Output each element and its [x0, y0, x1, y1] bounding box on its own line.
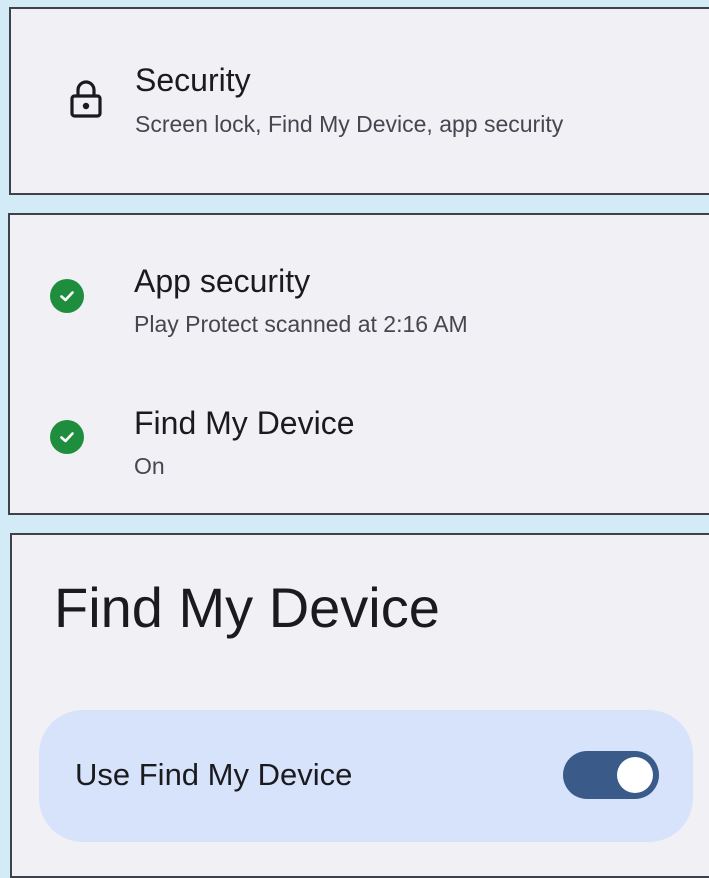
- find-my-device-row-title: Find My Device: [134, 405, 355, 441]
- find-my-device-row-subtitle: On: [134, 453, 165, 479]
- toggle-thumb: [617, 757, 653, 793]
- use-find-my-device-toggle[interactable]: [563, 751, 659, 799]
- app-security-subtitle: Play Protect scanned at 2:16 AM: [134, 311, 468, 337]
- security-title: Security: [135, 62, 251, 98]
- page-title: Find My Device: [54, 576, 440, 639]
- security-card[interactable]: Security Screen lock, Find My Device, ap…: [9, 7, 709, 195]
- find-my-device-card: Find My Device Use Find My Device: [10, 533, 709, 878]
- security-subtitle: Screen lock, Find My Device, app securit…: [135, 111, 564, 137]
- check-circle-icon: [50, 279, 84, 313]
- security-status-card: App security Play Protect scanned at 2:1…: [8, 213, 709, 515]
- app-security-title: App security: [134, 263, 311, 299]
- use-find-my-device-label: Use Find My Device: [75, 757, 353, 792]
- use-find-my-device-row[interactable]: Use Find My Device: [39, 710, 693, 842]
- lock-icon: [69, 79, 103, 124]
- check-circle-icon: [50, 420, 84, 454]
